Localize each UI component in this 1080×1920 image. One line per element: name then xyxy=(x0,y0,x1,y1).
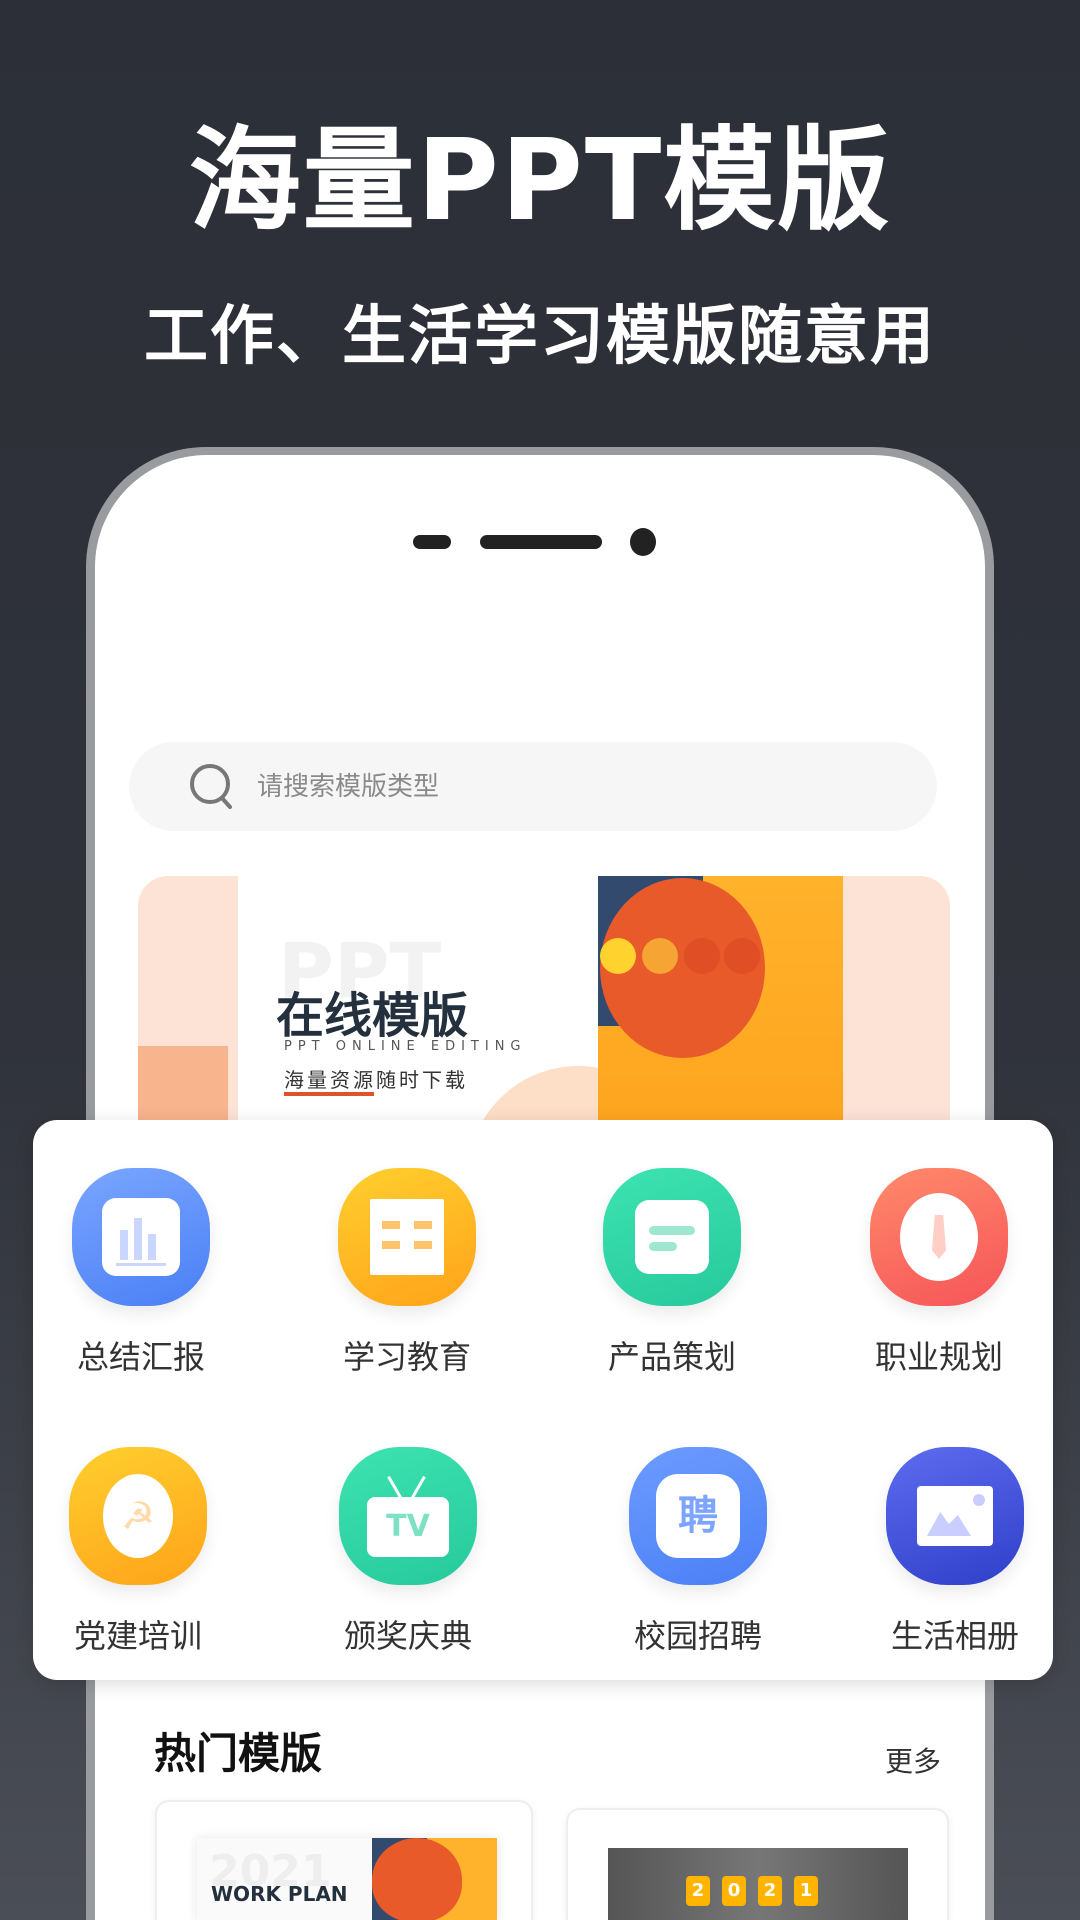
category-bar-chart[interactable]: 总结汇报 xyxy=(41,1168,241,1378)
hero-subtitle: 工作、生活学习模版随意用 xyxy=(144,300,936,374)
recruit-icon: 聘 xyxy=(629,1447,767,1585)
template-card[interactable]: 2021 xyxy=(566,1808,949,1920)
tie-icon xyxy=(870,1168,1008,1306)
banner-tagline: 海量资源随时下载 xyxy=(284,1068,468,1092)
phone-speaker xyxy=(480,535,602,549)
category-label: 总结汇报 xyxy=(76,1338,205,1376)
tv-icon: TV xyxy=(339,1447,477,1585)
category-document[interactable]: 产品策划 xyxy=(572,1168,772,1378)
hot-templates-title: 热门模版 xyxy=(154,1729,323,1778)
category-tie[interactable]: 职业规划 xyxy=(839,1168,1039,1378)
photo-album-icon xyxy=(886,1447,1024,1585)
category-label: 校园招聘 xyxy=(633,1617,762,1655)
banner-art xyxy=(598,876,843,1120)
category-label: 产品策划 xyxy=(607,1338,736,1376)
bar-chart-icon xyxy=(72,1168,210,1306)
search-icon xyxy=(190,763,232,809)
hammer-sickle-icon: ☭ xyxy=(69,1447,207,1585)
category-label: 生活相册 xyxy=(890,1617,1019,1655)
phone-camera xyxy=(630,528,656,556)
year-digit: 2 xyxy=(686,1876,710,1906)
banner-carousel[interactable]: PPT 在线模版 PPT ONLINE EDITING 海量资源随时下载 xyxy=(138,876,950,1120)
template-text: WORK PLAN xyxy=(211,1882,348,1906)
book-icon xyxy=(338,1168,476,1306)
category-recruit[interactable]: 聘校园招聘 xyxy=(598,1447,798,1657)
search-bar[interactable] xyxy=(129,742,937,831)
category-hammer-sickle[interactable]: ☭ 党建培训 xyxy=(38,1447,238,1657)
category-photo-album[interactable]: 生活相册 xyxy=(855,1447,1055,1657)
category-label: 颁奖庆典 xyxy=(343,1617,472,1655)
category-label: 党建培训 xyxy=(73,1617,202,1655)
banner-side-right xyxy=(843,876,950,1120)
category-label: 职业规划 xyxy=(874,1338,1003,1376)
document-icon xyxy=(603,1168,741,1306)
year-digit: 2 xyxy=(758,1876,782,1906)
banner-side-left-art xyxy=(138,1046,228,1120)
banner-subtitle: PPT ONLINE EDITING xyxy=(284,1039,527,1054)
template-thumbnail: 2021 xyxy=(608,1848,908,1920)
banner-title: 在线模版 xyxy=(276,988,469,1044)
search-input[interactable] xyxy=(257,771,757,802)
template-card[interactable]: 2021 WORK PLAN xyxy=(155,1800,533,1920)
category-book[interactable]: 学习教育 xyxy=(307,1168,507,1378)
banner-underline xyxy=(284,1092,374,1096)
more-link[interactable]: 更多 xyxy=(885,1740,941,1780)
year-digit: 1 xyxy=(794,1876,818,1906)
phone-speaker-dash xyxy=(413,535,451,549)
year-digit: 0 xyxy=(722,1876,746,1906)
hero-title: 海量PPT模版 xyxy=(188,116,892,246)
category-tv[interactable]: TV 颁奖庆典 xyxy=(308,1447,508,1657)
category-label: 学习教育 xyxy=(342,1338,471,1376)
template-thumbnail: 2021 WORK PLAN xyxy=(197,1838,497,1920)
